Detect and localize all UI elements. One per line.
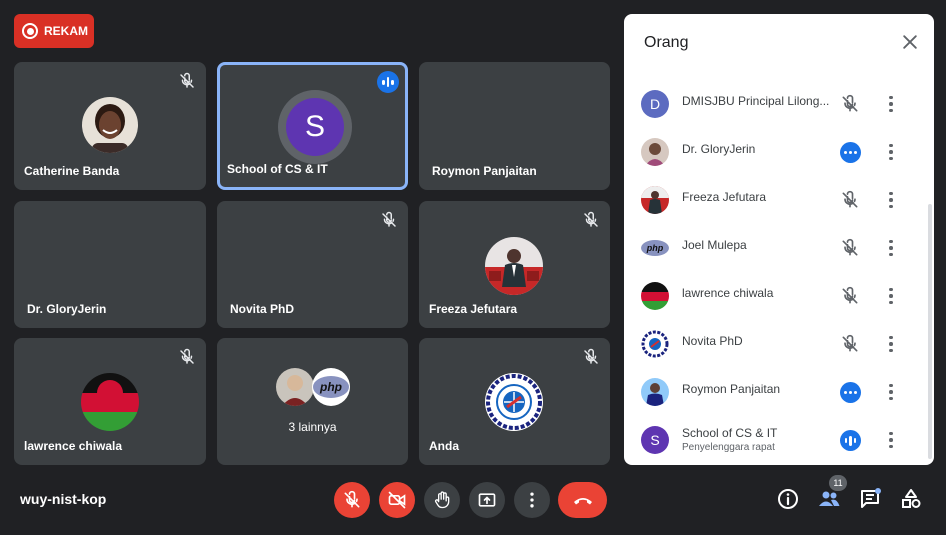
participant-name: lawrence chiwala [682,286,774,300]
php-logo-text: php [646,243,664,253]
participant-name: School of CS & IT [682,426,778,440]
participant-row[interactable]: D DMISJBU Principal Lilong... [624,80,924,128]
mic-off-icon [842,190,858,208]
more-options-icon[interactable] [888,238,894,258]
avatar: S [278,90,352,164]
participant-tile-roymon[interactable]: Roymon Panjaitan [419,62,610,190]
mic-off-icon [584,348,598,364]
tile-name: Catherine Banda [24,164,120,178]
participant-name: Dr. GloryJerin [682,142,756,156]
participant-row[interactable]: Dr. GloryJerin [624,128,924,176]
participant-tile-novita[interactable]: Novita PhD [217,201,408,328]
mic-off-icon [842,286,858,304]
participant-tile-lawrence[interactable]: lawrence chiwala [14,338,206,465]
php-avatar: php [312,368,350,406]
camera-off-icon [388,491,406,509]
raise-hand-button[interactable] [424,482,460,518]
mic-off-icon [180,348,194,364]
avatar [276,368,314,406]
more-options-icon[interactable] [888,190,894,210]
end-call-icon [573,498,592,505]
tile-name: Novita PhD [230,302,295,316]
participant-name: Freeza Jefutara [682,190,767,204]
participant-tile-others[interactable]: php 3 lainnya [217,338,408,465]
tile-name: Dr. GloryJerin [27,302,107,316]
participant-avatar [641,138,669,166]
participant-avatar [641,186,669,214]
participant-row[interactable]: S School of CS & IT Penyelenggara rapat [624,416,924,464]
panel-scrollbar[interactable] [928,204,932,459]
record-button[interactable]: REKAM [14,14,94,48]
participant-name: DMISJBU Principal Lilong... [682,94,830,108]
participant-row[interactable]: Freeza Jefutara [624,176,924,224]
participant-avatar [641,378,669,406]
host-label: Penyelenggara rapat [682,442,775,453]
participant-tile-school[interactable]: S School of CS & IT [217,62,408,190]
mic-off-icon [180,72,194,88]
avatar [485,237,543,295]
people-panel: Orang D DMISJBU Principal Lilong... Dr. … [624,14,934,465]
participant-row[interactable]: lawrence chiwala [624,272,924,320]
participant-tile-catherine[interactable]: Catherine Banda [14,62,206,190]
tile-name: Roymon Panjaitan [432,164,537,178]
raise-hand-icon [435,491,450,509]
tile-name: Freeza Jefutara [429,302,518,316]
participant-row[interactable]: Roymon Panjaitan [624,368,924,416]
more-options-button[interactable] [514,482,550,518]
mic-off-icon [584,211,598,227]
participant-name: Novita PhD [682,334,743,348]
mic-toggle-button[interactable] [334,482,370,518]
participant-name: Roymon Panjaitan [682,382,781,396]
php-avatar: php [641,234,669,262]
mic-off-icon [842,94,858,112]
panel-title: Orang [644,34,689,51]
info-icon[interactable] [776,487,800,511]
tile-name: School of CS & IT [227,162,328,176]
logo-avatar [485,373,543,431]
people-count-badge: 11 [829,475,847,491]
mic-off-icon [842,334,858,352]
end-call-button[interactable] [558,482,607,518]
speaking-indicator-icon [840,142,861,163]
record-label: REKAM [44,24,88,38]
more-icon [530,492,534,508]
avatar-initial: S [286,98,344,156]
more-options-icon[interactable] [888,430,894,450]
more-options-icon[interactable] [888,382,894,402]
activities-icon[interactable] [899,487,923,511]
participant-tile-freeza[interactable]: Freeza Jefutara [419,201,610,328]
participant-initial: S [641,426,669,454]
more-options-icon[interactable] [888,94,894,114]
participant-tile-glory[interactable]: Dr. GloryJerin [14,201,206,328]
logo-avatar [641,330,669,358]
chat-icon[interactable] [858,487,882,511]
malawi-flag-avatar [641,282,669,310]
mic-off-icon [382,211,396,227]
close-icon[interactable] [900,32,920,52]
present-button[interactable] [469,482,505,518]
record-icon [22,23,38,39]
svg-text:php: php [319,380,342,394]
participant-tile-self[interactable]: Anda [419,338,610,465]
mic-off-icon [344,490,360,508]
participant-initial: D [641,90,669,118]
camera-toggle-button[interactable] [379,482,415,518]
speaking-indicator-icon [377,71,399,93]
more-options-icon[interactable] [888,334,894,354]
malawi-flag-avatar [81,373,139,431]
speaking-indicator-icon [840,382,861,403]
mic-off-icon [842,238,858,256]
meeting-code: wuy-nist-kop [20,491,107,507]
participant-name: Joel Mulepa [682,238,747,252]
present-icon [478,493,496,507]
more-options-icon[interactable] [888,286,894,306]
speaking-indicator-icon [840,430,861,451]
tile-name: lawrence chiwala [24,439,123,453]
more-options-icon[interactable] [888,142,894,162]
participant-row[interactable]: php Joel Mulepa [624,224,924,272]
participant-row[interactable]: Novita PhD [624,320,924,368]
others-count: 3 lainnya [288,420,337,434]
avatar [82,97,138,153]
tile-name: Anda [429,439,459,453]
